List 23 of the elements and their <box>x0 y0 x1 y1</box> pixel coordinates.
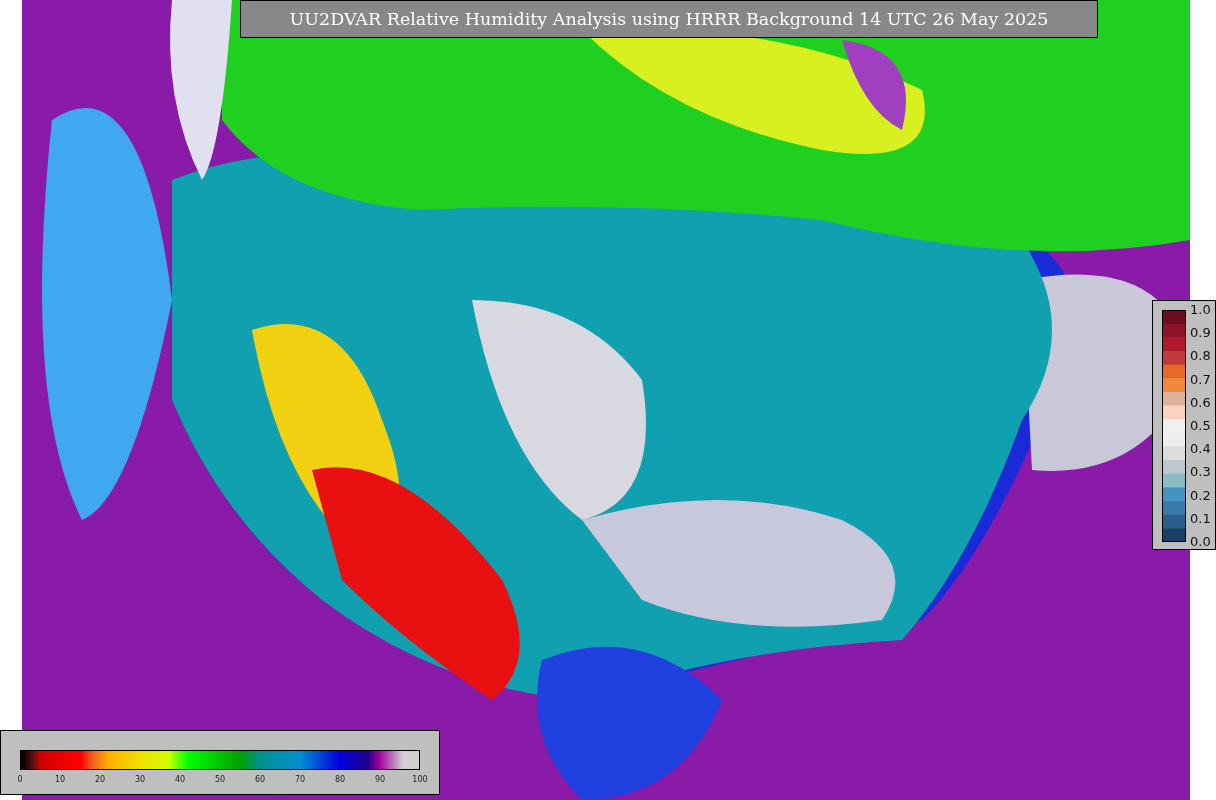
tick-label: 0.8 <box>1190 349 1211 364</box>
tick-label: 10 <box>53 775 67 784</box>
tick-label: 80 <box>333 775 347 784</box>
tick-label: 70 <box>293 775 307 784</box>
tick-label: 30 <box>133 775 147 784</box>
tick-label: 0.9 <box>1190 326 1211 341</box>
tick-label: 0.2 <box>1190 488 1211 503</box>
tick-label: 0.5 <box>1190 418 1211 433</box>
tick-label: 0.6 <box>1190 395 1211 410</box>
tick-label: 50 <box>213 775 227 784</box>
tick-label: 40 <box>173 775 187 784</box>
tick-label: 20 <box>93 775 107 784</box>
tick-label: 0.7 <box>1190 372 1211 387</box>
map-title: UU2DVAR Relative Humidity Analysis using HRRR Background 14 UTC 26 May 2025 <box>240 0 1098 38</box>
tick-label: 1.0 <box>1190 303 1211 317</box>
tick-label: 60 <box>253 775 267 784</box>
tick-label: 0.0 <box>1190 534 1211 549</box>
tick-label: 90 <box>373 775 387 784</box>
tick-label: 0.3 <box>1190 465 1211 480</box>
tick-label: 100 <box>411 775 429 784</box>
tick-label: 0.4 <box>1190 442 1211 457</box>
tick-label: 0 <box>16 775 24 784</box>
tick-label: 0.1 <box>1190 511 1211 526</box>
